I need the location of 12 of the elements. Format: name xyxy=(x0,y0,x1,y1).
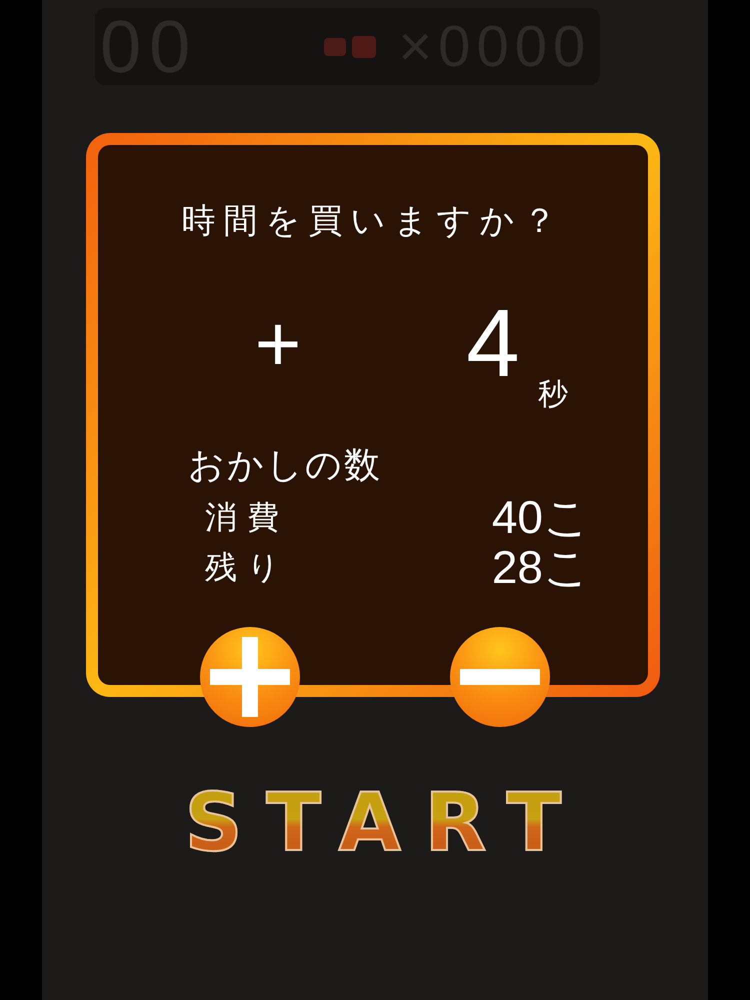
stat-value: 40こ xyxy=(492,494,590,540)
stat-label: 消費 xyxy=(205,498,289,537)
seconds-unit: 秒 xyxy=(538,378,568,412)
stat-label: 残り xyxy=(205,548,290,587)
plus-icon xyxy=(210,637,290,717)
tile-icon xyxy=(324,36,376,58)
section-label: おかしの数 xyxy=(188,444,382,486)
seconds-amount: 4 xyxy=(465,304,521,384)
dialog-title: 時間を買いますか？ xyxy=(182,201,564,242)
stat-value: 28こ xyxy=(492,544,590,590)
minus-icon xyxy=(460,669,540,685)
plus-sign: + xyxy=(254,304,302,384)
